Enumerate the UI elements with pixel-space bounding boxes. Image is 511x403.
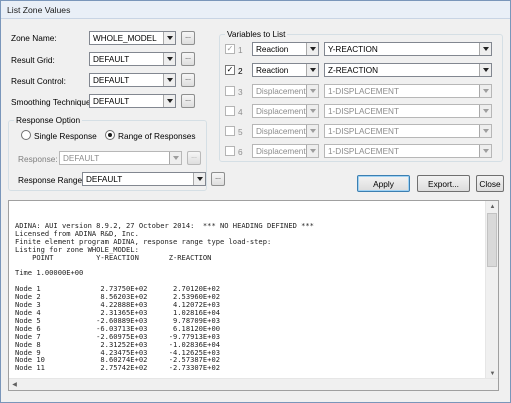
chevron-down-icon — [306, 64, 318, 76]
zone-name-dropdown[interactable]: WHOLE_MODEL — [89, 31, 176, 45]
chevron-down-icon — [306, 85, 318, 97]
chevron-down-icon — [479, 145, 491, 157]
smoothing-technique-more-button[interactable]: ... — [181, 94, 195, 108]
variable-2-type-dropdown[interactable]: Reaction — [252, 63, 319, 77]
result-control-dropdown[interactable]: DEFAULT — [89, 73, 176, 87]
result-grid-value: DEFAULT — [93, 54, 130, 64]
variable-1-dropdown[interactable]: Y-REACTION — [324, 42, 492, 56]
variable-3-type-dropdown[interactable]: Displacement — [252, 84, 319, 98]
variable-3-dropdown[interactable]: 1-DISPLACEMENT — [324, 84, 492, 98]
variable-6-dropdown[interactable]: 1-DISPLACEMENT — [324, 144, 492, 158]
zone-name-label: Zone Name: — [11, 33, 57, 43]
chevron-down-icon — [163, 53, 175, 65]
output-text: ADINA: AUI version 8.9.2, 27 October 201… — [15, 221, 314, 373]
variable-6-checkbox[interactable] — [225, 146, 235, 156]
result-grid-label: Result Grid: — [11, 55, 55, 65]
variable-1-number: 1 — [238, 45, 243, 55]
variable-1-type-dropdown[interactable]: Reaction — [252, 42, 319, 56]
result-grid-dropdown[interactable]: DEFAULT — [89, 52, 176, 66]
scroll-up-icon[interactable]: ▲ — [487, 201, 498, 212]
response-range-label: Response Range: — [18, 175, 85, 185]
single-response-radio[interactable] — [21, 130, 31, 140]
response-dropdown[interactable]: DEFAULT — [59, 151, 182, 165]
vertical-scrollbar[interactable]: ▲ ▼ — [485, 201, 498, 379]
chevron-down-icon — [163, 32, 175, 44]
response-label: Response: — [18, 154, 58, 164]
result-control-more-button[interactable]: ... — [181, 73, 195, 87]
smoothing-technique-dropdown[interactable]: DEFAULT — [89, 94, 176, 108]
export-button[interactable]: Export... — [417, 175, 470, 192]
chevron-down-icon — [193, 173, 205, 185]
close-button[interactable]: Close — [476, 175, 504, 192]
response-value: DEFAULT — [63, 153, 100, 163]
chevron-down-icon — [306, 145, 318, 157]
variable-3-value: 1-DISPLACEMENT — [328, 86, 399, 96]
response-more-button[interactable]: ... — [187, 151, 201, 165]
variable-5-type: Displacement — [256, 126, 306, 136]
variable-4-dropdown[interactable]: 1-DISPLACEMENT — [324, 104, 492, 118]
variable-2-type: Reaction — [256, 65, 289, 75]
variable-5-dropdown[interactable]: 1-DISPLACEMENT — [324, 124, 492, 138]
result-control-label: Result Control: — [11, 76, 66, 86]
variable-4-number: 4 — [238, 107, 243, 117]
chevron-down-icon — [479, 85, 491, 97]
variable-5-type-dropdown[interactable]: Displacement — [252, 124, 319, 138]
output-listing[interactable]: ADINA: AUI version 8.9.2, 27 October 201… — [8, 200, 499, 391]
variable-3-type: Displacement — [256, 86, 306, 96]
chevron-down-icon — [169, 152, 181, 164]
variable-2-dropdown[interactable]: Z-REACTION — [324, 63, 492, 77]
variable-2-number: 2 — [238, 66, 243, 76]
scroll-left-icon[interactable]: ◀ — [9, 379, 20, 390]
result-control-value: DEFAULT — [93, 75, 130, 85]
chevron-down-icon — [163, 95, 175, 107]
range-of-responses-label: Range of Responses — [118, 131, 196, 141]
response-range-value: DEFAULT — [86, 174, 123, 184]
apply-button[interactable]: Apply — [357, 175, 410, 192]
smoothing-technique-value: DEFAULT — [93, 96, 130, 106]
variable-4-checkbox[interactable] — [225, 106, 235, 116]
zone-name-value: WHOLE_MODEL — [93, 33, 157, 43]
variable-2-checkbox[interactable]: ✓ — [225, 65, 235, 75]
variable-6-value: 1-DISPLACEMENT — [328, 146, 399, 156]
response-range-more-button[interactable]: ... — [211, 172, 225, 186]
scroll-thumb[interactable] — [487, 213, 497, 267]
smoothing-technique-label: Smoothing Technique: — [11, 97, 93, 107]
chevron-down-icon — [479, 43, 491, 55]
variables-title: Variables to List — [225, 29, 288, 39]
title-bar: List Zone Values — [1, 1, 510, 19]
zone-name-more-button[interactable]: ... — [181, 31, 195, 45]
single-response-label: Single Response — [34, 131, 97, 141]
variable-1-checkbox[interactable]: ✓ — [225, 44, 235, 54]
list-zone-values-window: List Zone Values Zone Name: WHOLE_MODEL … — [0, 0, 511, 403]
variable-5-number: 5 — [238, 127, 243, 137]
variable-2-value: Z-REACTION — [328, 65, 379, 75]
chevron-down-icon — [479, 64, 491, 76]
variable-4-value: 1-DISPLACEMENT — [328, 106, 399, 116]
chevron-down-icon — [306, 105, 318, 117]
variable-6-number: 6 — [238, 147, 243, 157]
chevron-down-icon — [306, 43, 318, 55]
horizontal-scrollbar[interactable]: ◀ — [9, 378, 498, 390]
response-range-dropdown[interactable]: DEFAULT — [82, 172, 206, 186]
variable-3-number: 3 — [238, 87, 243, 97]
window-title: List Zone Values — [7, 5, 71, 15]
chevron-down-icon — [479, 125, 491, 137]
variable-5-value: 1-DISPLACEMENT — [328, 126, 399, 136]
result-grid-more-button[interactable]: ... — [181, 52, 195, 66]
variable-1-value: Y-REACTION — [328, 44, 378, 54]
variable-1-type: Reaction — [256, 44, 289, 54]
variable-5-checkbox[interactable] — [225, 126, 235, 136]
variable-3-checkbox[interactable] — [225, 86, 235, 96]
response-option-title: Response Option — [14, 115, 83, 125]
chevron-down-icon — [306, 125, 318, 137]
variable-4-type-dropdown[interactable]: Displacement — [252, 104, 319, 118]
variable-4-type: Displacement — [256, 106, 306, 116]
range-of-responses-radio[interactable] — [105, 130, 115, 140]
chevron-down-icon — [163, 74, 175, 86]
chevron-down-icon — [479, 105, 491, 117]
variable-6-type-dropdown[interactable]: Displacement — [252, 144, 319, 158]
variable-6-type: Displacement — [256, 146, 306, 156]
